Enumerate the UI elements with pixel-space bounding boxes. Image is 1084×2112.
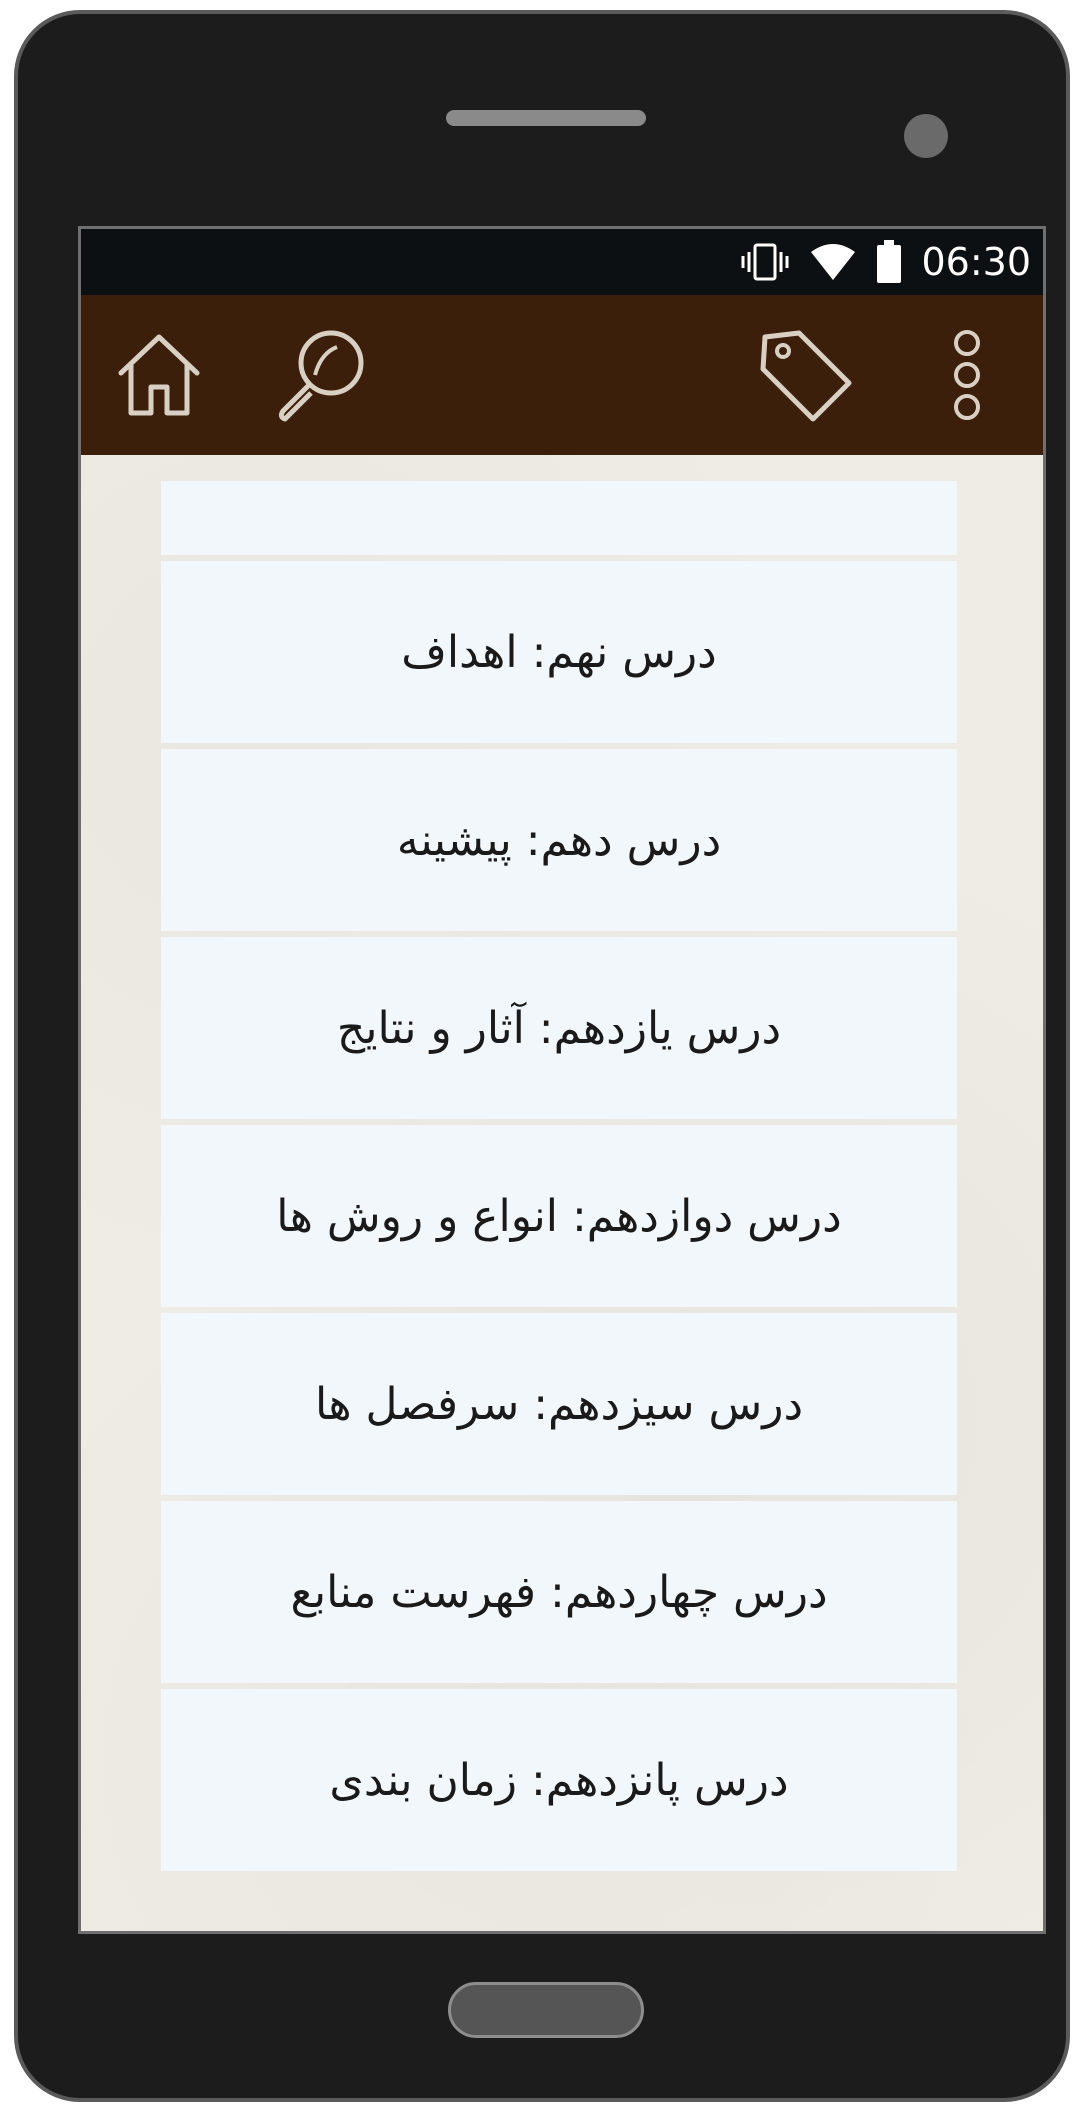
home-button[interactable] — [99, 315, 219, 435]
device-screen: 06:30 درس نهم: اهداف درس دهم: پیشینه درس… — [78, 226, 1046, 1934]
more-vert-icon — [954, 330, 980, 420]
phone-frame: 06:30 درس نهم: اهداف درس دهم: پیشینه درس… — [14, 10, 1070, 2102]
list-item[interactable]: درس نهم: اهداف — [161, 561, 957, 743]
phone-home-button[interactable] — [448, 1982, 644, 2038]
vibrate-icon — [739, 242, 791, 282]
list-item[interactable]: درس پانزدهم: زمان بندی — [161, 1689, 957, 1871]
search-button[interactable] — [261, 315, 381, 435]
list-item-partial[interactable] — [161, 481, 957, 555]
more-options-button[interactable] — [907, 315, 1027, 435]
search-icon — [278, 330, 364, 422]
list-item[interactable]: درس چهاردهم: فهرست منابع — [161, 1501, 957, 1683]
battery-icon — [875, 240, 903, 284]
list-item[interactable]: درس دوازدهم: انواع و روش ها — [161, 1125, 957, 1307]
phone-camera — [904, 114, 948, 158]
wifi-icon — [809, 242, 857, 282]
phone-speaker — [446, 110, 646, 126]
lesson-label: درس نهم: اهداف — [401, 626, 717, 678]
lesson-label: درس دوازدهم: انواع و روش ها — [276, 1190, 842, 1242]
status-time: 06:30 — [921, 240, 1031, 284]
lesson-label: درس یازدهم: آثار و نتایج — [336, 1002, 782, 1054]
app-toolbar — [81, 295, 1043, 455]
lesson-label: درس دهم: پیشینه — [396, 814, 722, 866]
tag-icon — [760, 330, 852, 422]
status-bar: 06:30 — [81, 229, 1043, 295]
lesson-label: درس پانزدهم: زمان بندی — [329, 1754, 789, 1806]
list-item[interactable]: درس دهم: پیشینه — [161, 749, 957, 931]
list-item[interactable]: درس یازدهم: آثار و نتایج — [161, 937, 957, 1119]
tag-button[interactable] — [745, 315, 865, 435]
home-icon — [118, 334, 200, 416]
list-item[interactable]: درس سیزدهم: سرفصل ها — [161, 1313, 957, 1495]
lesson-label: درس سیزدهم: سرفصل ها — [314, 1378, 804, 1430]
lesson-label: درس چهاردهم: فهرست منابع — [290, 1566, 828, 1618]
